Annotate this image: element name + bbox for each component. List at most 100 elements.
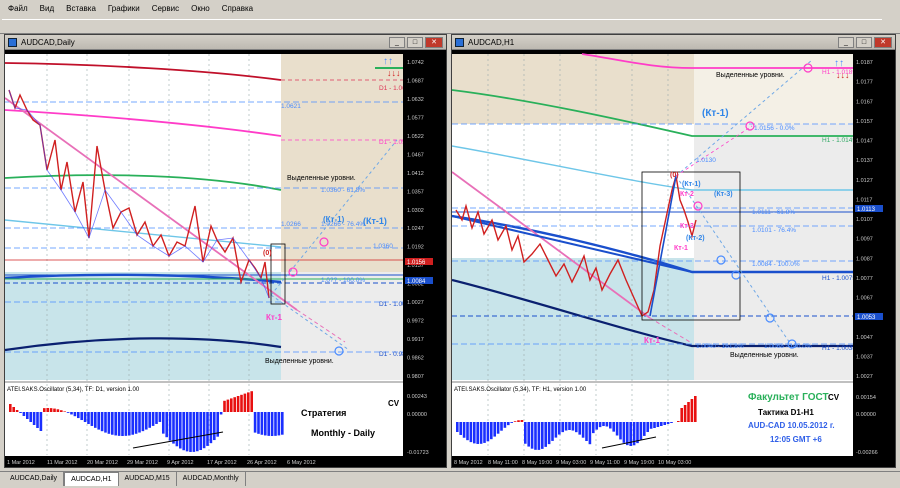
oscillator-bar	[19, 412, 22, 413]
oscillator-bar	[219, 412, 223, 415]
maximize-button[interactable]: □	[856, 37, 872, 48]
price-axis-label: 1.0187	[856, 60, 873, 66]
menu-file[interactable]: Файл	[2, 2, 34, 18]
oscillator-bar	[677, 421, 680, 422]
chart-window-daily[interactable]: AUDCAD,Daily _ □ ✕ ↑↑ ↓↓↓ 1.0621 1.0266 …	[4, 34, 447, 468]
tab-audcad-h1[interactable]: AUDCAD,H1	[64, 472, 119, 486]
oscillator-bar	[680, 408, 683, 422]
tab-audcad-monthly[interactable]: AUDCAD,Monthly	[177, 472, 246, 486]
oscillator-bar	[90, 412, 94, 426]
price-axis-label: 1.0412	[407, 171, 424, 177]
oscillator-bar	[257, 412, 260, 434]
oscillator-bar	[517, 420, 520, 422]
menu-help[interactable]: Справка	[216, 2, 259, 18]
svg-text:↓↓↓: ↓↓↓	[387, 68, 401, 78]
oscillator-bar	[649, 422, 653, 429]
window-title-bar[interactable]: AUDCAD,Daily _ □ ✕	[5, 35, 446, 50]
fib-label: 1.0266	[281, 221, 301, 228]
price-axis-label: 0.00154	[856, 395, 876, 401]
oscillator-bar	[158, 412, 162, 422]
menu-charts[interactable]: Графики	[102, 2, 146, 18]
menu-tools[interactable]: Сервис	[146, 2, 185, 18]
h1-chart-area[interactable]: ↑↑ ↓↓↓ H1 - 1.0189 H1 - 1.0149 H1 - 1.00…	[452, 50, 895, 467]
price-axis-label: 1.0357	[407, 189, 424, 195]
oscillator-bar	[26, 412, 29, 419]
oscillator-bar	[500, 422, 503, 431]
daily-chart-area[interactable]: ↑↑ ↓↓↓ 1.0621 1.0266 1.0266 - 76.4% 1.03…	[5, 50, 446, 467]
price-axis-label: 1.0087	[856, 256, 873, 262]
oscillator-bar	[270, 412, 274, 436]
kt1-big-label: (Кт-1)	[702, 108, 729, 119]
oscillator-bar	[230, 398, 233, 412]
fib-label: 1.0040 - 161.8%	[696, 343, 744, 350]
oscillator-bar	[60, 410, 63, 412]
oscillator-bar	[226, 399, 230, 412]
oscillator-bar	[267, 412, 270, 436]
fib-label: 1.0101 - 76.4%	[752, 227, 796, 234]
faculty-title: Факультет ГОСТ	[748, 392, 829, 403]
main-menu: Файл Вид Вставка Графики Сервис Окно Спр…	[2, 2, 259, 18]
oscillator-bar	[646, 422, 649, 433]
oscillator-bar	[9, 404, 12, 412]
oscillator-bar	[145, 412, 148, 430]
oscillator-bar	[53, 408, 56, 412]
close-button[interactable]: ✕	[425, 37, 443, 48]
price-axis-label: 1.0522	[407, 134, 424, 140]
oscillator-bar	[660, 422, 663, 426]
price-axis-label: 1.0247	[407, 226, 424, 232]
oscillator-bar	[233, 397, 236, 412]
oscillator-bar	[524, 422, 527, 444]
faculty-cv: CV	[828, 393, 840, 402]
price-tag: 1.0156	[407, 260, 426, 266]
oscillator-bar	[196, 412, 199, 452]
oscillator-bar	[503, 422, 507, 428]
oscillator-bar	[281, 412, 284, 435]
level-label: H1 - 1.0189	[822, 69, 856, 76]
time-axis-label: 26 Apr 2012	[247, 460, 277, 466]
time-axis-label: 8 May 2012	[454, 460, 483, 466]
price-tag: 1.0084	[407, 279, 426, 285]
h1-chart-svg: ↑↑ ↓↓↓ H1 - 1.0189 H1 - 1.0149 H1 - 1.00…	[452, 50, 895, 467]
oscillator-bar	[73, 412, 77, 417]
highlighted-levels-label: Выделенные уровни.	[287, 175, 356, 182]
time-axis-label: 9 Apr 2012	[167, 460, 194, 466]
kt1-magenta-label: Кт-1	[674, 245, 688, 252]
oscillator-bar	[547, 422, 551, 445]
window-title: AUDCAD,Daily	[21, 38, 75, 47]
oscillator-bar	[554, 422, 558, 438]
minimize-button[interactable]: _	[389, 37, 405, 48]
svg-text:↑↑: ↑↑	[383, 56, 393, 67]
fib-label: 1.0111 - 61.8%	[752, 209, 795, 216]
oscillator-bar	[131, 412, 134, 435]
price-axis-label: 0.00000	[856, 412, 876, 418]
oscillator-label: ATEI.SAKS.Oscillator (5,34), TF: H1, ver…	[454, 387, 587, 393]
oscillator-bar	[117, 412, 121, 436]
oscillator-bar	[39, 412, 43, 431]
menu-insert[interactable]: Вставка	[60, 2, 102, 18]
oscillator-bar	[213, 412, 216, 441]
oscillator-bar	[138, 412, 141, 433]
maximize-button[interactable]: □	[407, 37, 423, 48]
fib-label: 1.0360	[373, 243, 393, 250]
fib-label: 1.0621	[281, 103, 301, 110]
menu-view[interactable]: Вид	[34, 2, 60, 18]
price-axis-label: 0.00000	[407, 412, 427, 418]
chart-window-icon	[8, 38, 17, 47]
time-axis-label: 9 May 03:00	[556, 460, 586, 466]
kt1-blue-label: (Кт-1)	[363, 216, 387, 226]
svg-text:↑↑: ↑↑	[834, 58, 844, 69]
price-axis-label: 0.9807	[407, 374, 424, 380]
tab-audcad-daily[interactable]: AUDCAD,Daily	[4, 472, 65, 486]
window-title-bar[interactable]: AUDCAD,H1 _ □ ✕	[452, 35, 895, 50]
minimize-button[interactable]: _	[838, 37, 854, 48]
tab-audcad-m15[interactable]: AUDCAD,M15	[119, 472, 177, 486]
oscillator-bar	[202, 412, 206, 449]
oscillator-bar	[15, 410, 19, 412]
chart-window-h1[interactable]: AUDCAD,H1 _ □ ✕ ↑↑ ↓↓↓ H1 - 1.0189 H1 - …	[451, 34, 896, 468]
close-button[interactable]: ✕	[874, 37, 892, 48]
menu-window[interactable]: Окно	[185, 2, 216, 18]
oscillator-bar	[107, 412, 111, 434]
price-axis-label: 1.0467	[407, 152, 424, 158]
oscillator-bar	[250, 391, 253, 412]
oscillator-bar	[199, 412, 202, 451]
